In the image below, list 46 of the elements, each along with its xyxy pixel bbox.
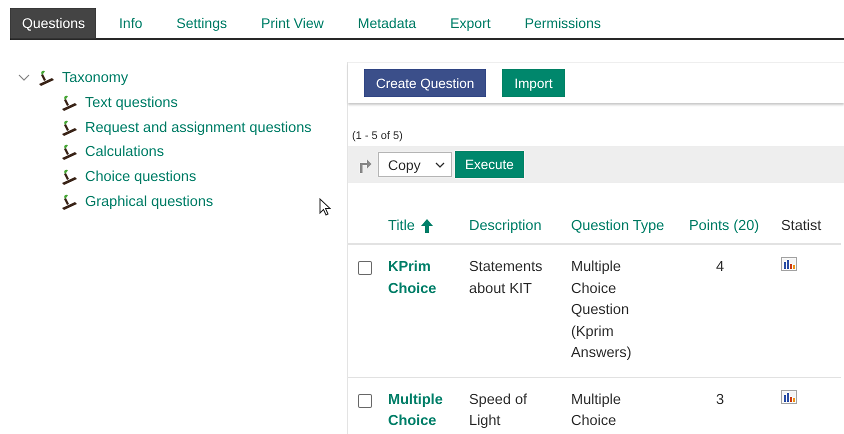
tab[interactable]: Questions (10, 8, 96, 38)
tree-item[interactable]: Text questions (85, 95, 178, 112)
branch-icon (61, 194, 79, 210)
chevron-icon (435, 162, 445, 168)
bar-chart-icon[interactable] (781, 390, 797, 404)
tab[interactable]: Info (107, 8, 154, 38)
cursor-icon (319, 198, 331, 216)
column-header[interactable]: Question Type (571, 218, 664, 234)
question-title[interactable]: Multiple Choice (388, 390, 461, 432)
branch-icon (61, 95, 79, 112)
question-title[interactable]: KPrim Choice (388, 257, 461, 300)
tree-item[interactable]: Request and assignment questions (85, 120, 312, 136)
toolbar-button[interactable]: Create Question (364, 69, 486, 97)
tree-item[interactable]: Taxonomy (62, 70, 128, 86)
table-cell: Speed of Light (469, 392, 528, 429)
tab[interactable]: Metadata (346, 8, 428, 38)
column-header[interactable]: Description (469, 218, 542, 234)
row-checkbox[interactable] (358, 261, 372, 275)
table-cell: Statements about KIT (469, 259, 542, 296)
branch-icon (61, 169, 79, 186)
execute-button[interactable]: Execute (455, 151, 524, 178)
bar-chart-icon[interactable] (781, 257, 797, 271)
branch-icon (61, 120, 79, 136)
table-cell: 3 (716, 392, 724, 408)
row-checkbox[interactable] (358, 394, 372, 408)
toolbar-button[interactable]: Import (502, 69, 565, 97)
table-cell: Multiple Choice Question (Kprim Answers) (571, 259, 632, 361)
column-header[interactable]: Title (388, 218, 415, 234)
branch-icon (38, 70, 56, 86)
range-text: (1 - 5 of 5) (352, 130, 404, 142)
table-cell: 4 (716, 259, 724, 275)
branch-icon (61, 144, 79, 160)
action-select[interactable]: Copy (378, 152, 452, 177)
turn-arrow-icon (358, 156, 372, 172)
table-cell: Multiple Choice (571, 392, 621, 429)
sort-up-icon[interactable] (420, 219, 433, 233)
tab[interactable]: Export (438, 8, 502, 38)
tree-item[interactable]: Graphical questions (85, 194, 214, 210)
tree-item[interactable]: Choice questions (85, 169, 196, 186)
tab[interactable]: Print View (249, 8, 335, 38)
chevron-icon[interactable] (18, 74, 30, 82)
column-header: Statist (781, 218, 822, 234)
tab[interactable]: Permissions (512, 8, 612, 38)
tree-item[interactable]: Calculations (85, 144, 164, 160)
column-header[interactable]: Points (20) (689, 218, 760, 234)
tab[interactable]: Settings (164, 8, 238, 38)
